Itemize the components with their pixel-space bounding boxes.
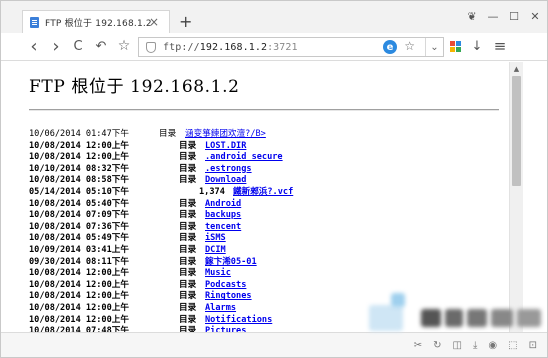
- entry-type: 目录: [179, 291, 197, 302]
- document-icon: [30, 16, 39, 28]
- navigation-toolbar: ‹ › C ↶ ☆ ftp://192.168.1.2:3721 e ☆ ⌄ ↓…: [1, 33, 547, 61]
- shield-icon[interactable]: [146, 41, 156, 53]
- apps-grid-button[interactable]: [446, 37, 464, 55]
- scrollbar-thumb[interactable]: [512, 76, 521, 186]
- minimize-button[interactable]: —: [487, 9, 499, 23]
- menu-button[interactable]: ≡: [491, 37, 509, 55]
- url-dropdown-button[interactable]: ⌄: [425, 38, 443, 56]
- entry-type: 目录: [179, 244, 197, 255]
- entry-link[interactable]: Android: [205, 199, 241, 211]
- entry-type: 目录: [179, 152, 197, 163]
- apps-grid-icon: [449, 40, 461, 52]
- entry-date: 10/08/2014 12:00上午: [29, 268, 129, 279]
- pin-icon[interactable]: ❦: [466, 9, 478, 23]
- entry-link[interactable]: Podcasts: [205, 280, 246, 292]
- close-button[interactable]: ✕: [529, 9, 541, 23]
- entry-date: 05/14/2014 05:10下午: [29, 186, 129, 197]
- url-host: 192.168.1.2: [199, 41, 268, 53]
- entry-date: 10/08/2014 07:36下午: [29, 221, 129, 232]
- entry-date: 10/08/2014 08:58下午: [29, 175, 129, 186]
- entry-date: 10/08/2014 12:00上午: [29, 302, 129, 313]
- entry-date: 10/09/2014 03:41上午: [29, 244, 129, 255]
- tab-ftp-root[interactable]: FTP 根位于 192.168.1.2 ×: [22, 10, 170, 33]
- entry-type: 目录: [179, 221, 197, 232]
- entry-type: 目录: [179, 302, 197, 313]
- page-title: FTP 根位于 192.168.1.2: [29, 77, 240, 97]
- entry-type: 1,374: [199, 186, 225, 197]
- tab-strip: FTP 根位于 192.168.1.2 × + ❦ — ☐ ✕: [1, 1, 547, 33]
- maximize-button[interactable]: ☐: [508, 9, 520, 23]
- entry-date: 10/08/2014 07:09下午: [29, 210, 129, 221]
- entry-link[interactable]: DCIM: [205, 245, 226, 257]
- entry-date: 10/08/2014 12:00上午: [29, 140, 129, 151]
- entry-type: 目录: [159, 129, 177, 139]
- entry-link[interactable]: Ringtones: [205, 291, 252, 303]
- bookmark-star-button[interactable]: ☆: [115, 37, 133, 55]
- entry-date: 09/30/2014 08:11下午: [29, 256, 129, 267]
- ie-engine-icon[interactable]: e: [383, 40, 397, 54]
- window-controls: ❦ — ☐ ✕: [466, 9, 541, 23]
- url-scheme: ftp://: [163, 41, 200, 53]
- entry-date: 10/08/2014 05:49下午: [29, 233, 129, 244]
- entry-link[interactable]: 涵变箏鍊团欢澶?/B>: [185, 129, 266, 141]
- entry-link[interactable]: LOST.DIR: [205, 141, 246, 153]
- entry-type: 目录: [179, 314, 197, 325]
- back-button[interactable]: ‹: [25, 36, 43, 57]
- entry-type: 目录: [179, 175, 197, 186]
- tab-close-icon[interactable]: ×: [149, 15, 159, 29]
- download-button[interactable]: ↓: [468, 37, 486, 55]
- entry-type: 目录: [179, 140, 197, 151]
- entry-date: 10/08/2014 05:40下午: [29, 198, 129, 209]
- entry-type: 目录: [179, 233, 197, 244]
- entry-link[interactable]: .estrongs: [205, 164, 252, 176]
- reload-button[interactable]: C: [69, 37, 87, 55]
- watermark: [361, 291, 547, 357]
- scroll-up-icon[interactable]: ▲: [510, 62, 523, 75]
- url-text[interactable]: ftp://192.168.1.2:3721: [163, 42, 298, 53]
- forward-button[interactable]: ›: [47, 36, 65, 57]
- browser-window: FTP 根位于 192.168.1.2 × + ❦ — ☐ ✕ ‹ › C ↶ …: [0, 0, 548, 358]
- entry-link[interactable]: backups: [205, 210, 241, 222]
- entry-type: 目录: [179, 268, 197, 279]
- tab-title: FTP 根位于 192.168.1.2: [45, 18, 152, 29]
- entry-date: 10/06/2014 01:47下午: [29, 129, 129, 139]
- new-tab-button[interactable]: +: [179, 12, 192, 31]
- entry-type: 目录: [179, 256, 197, 267]
- address-bar[interactable]: ftp://192.168.1.2:3721 e ☆ ⌄: [138, 37, 444, 57]
- entry-link[interactable]: Download: [205, 175, 246, 187]
- entry-date: 10/08/2014 12:00上午: [29, 291, 129, 302]
- entry-type: 目录: [179, 279, 197, 290]
- undo-button[interactable]: ↶: [92, 37, 110, 55]
- entry-type: 目录: [179, 198, 197, 209]
- entry-date: 10/08/2014 12:00上午: [29, 314, 129, 325]
- entry-date: 10/10/2014 08:32下午: [29, 163, 129, 174]
- entry-date: 10/08/2014 12:00上午: [29, 152, 129, 163]
- url-port: :3721: [267, 41, 298, 53]
- divider: [29, 109, 499, 111]
- entry-link[interactable]: iSMS: [205, 233, 226, 245]
- entry-link[interactable]: .android_secure: [205, 152, 283, 164]
- entry-link[interactable]: tencent: [205, 222, 241, 234]
- favorite-star-icon[interactable]: ☆: [404, 39, 415, 53]
- entry-link[interactable]: Notifications: [205, 315, 272, 327]
- entry-type: 目录: [179, 210, 197, 221]
- entry-link[interactable]: Alarms: [205, 303, 236, 315]
- entry-link[interactable]: 鎵卞浠05-01: [205, 257, 257, 269]
- entry-link[interactable]: 鐵新郲浜?.vcf: [233, 187, 293, 199]
- entry-date: 10/08/2014 12:00上午: [29, 279, 129, 290]
- entry-type: 目录: [179, 163, 197, 174]
- entry-link[interactable]: Music: [205, 268, 231, 280]
